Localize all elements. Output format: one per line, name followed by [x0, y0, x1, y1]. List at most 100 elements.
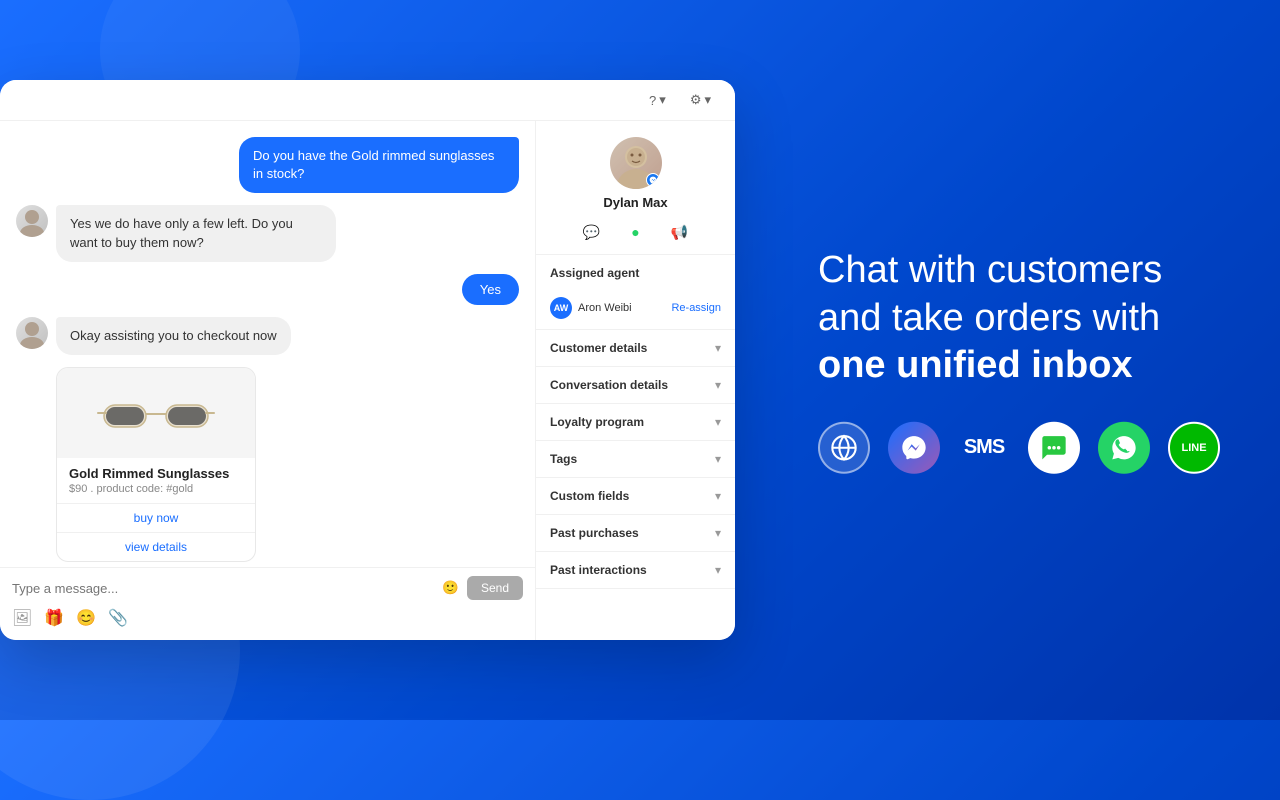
- outgoing-bubble: Do you have the Gold rimmed sunglasses i…: [239, 137, 519, 193]
- contact-icons: 💬 ● 📢: [578, 218, 694, 246]
- loyalty-program-section: Loyalty program ▾: [536, 404, 735, 441]
- chevron-down-icon: ▾: [715, 563, 721, 577]
- chevron-down-icon: ▾: [715, 452, 721, 466]
- past-purchases-header[interactable]: Past purchases ▾: [536, 515, 735, 551]
- agent-name: Aron Weibi: [578, 302, 632, 314]
- imessage-icon: [1028, 421, 1080, 473]
- help-button[interactable]: ? ▾: [641, 88, 674, 112]
- product-info: Gold Rimmed Sunglasses $90 . product cod…: [57, 458, 255, 503]
- tags-header[interactable]: Tags ▾: [536, 441, 735, 477]
- chat-window: ? ▾ ⚙ ▾ Do you have the Gold rimmed sung…: [0, 80, 735, 640]
- avatar: [16, 317, 48, 349]
- emoji2-icon: 😊: [76, 610, 96, 627]
- gift-icon: 🎁: [44, 610, 64, 627]
- assigned-agent-section: Assigned agent AW Aron Weibi Re-assign: [536, 255, 735, 330]
- contact-name: Dylan Max: [603, 195, 667, 210]
- chevron-down-icon: ▾: [715, 415, 721, 429]
- conversation-details-label: Conversation details: [550, 378, 668, 392]
- avatar: [16, 205, 48, 237]
- message-row: Yes we do have only a few left. Do you w…: [16, 205, 519, 261]
- product-card-row: Gold Rimmed Sunglasses $90 . product cod…: [16, 367, 519, 562]
- past-interactions-label: Past interactions: [550, 563, 647, 577]
- message-input-area: 🙂 Send 🖼 🎁 😊 📎: [0, 567, 535, 640]
- message-row: Yes: [16, 274, 519, 305]
- chevron-down-icon: ▾: [715, 378, 721, 392]
- past-purchases-label: Past purchases: [550, 526, 639, 540]
- input-toolbar: 🖼 🎁 😊 📎: [12, 604, 523, 632]
- settings-chevron: ▾: [704, 92, 711, 108]
- loyalty-program-header[interactable]: Loyalty program ▾: [536, 404, 735, 440]
- past-interactions-section: Past interactions ▾: [536, 552, 735, 589]
- right-panel: Dylan Max 💬 ● 📢 Assigned agent: [535, 121, 735, 640]
- message-input[interactable]: [12, 581, 434, 596]
- messages-container: Do you have the Gold rimmed sunglasses i…: [0, 121, 535, 567]
- image-button[interactable]: 🖼: [12, 608, 32, 628]
- chevron-down-icon: ▾: [715, 489, 721, 503]
- megaphone-icon-btn[interactable]: 📢: [666, 218, 694, 246]
- help-icon: ?: [649, 93, 656, 108]
- chat-icon-btn[interactable]: 💬: [578, 218, 606, 246]
- assigned-agent-label: Assigned agent: [550, 266, 639, 280]
- emoji-button[interactable]: 🙂: [442, 580, 459, 596]
- customer-details-section: Customer details ▾: [536, 330, 735, 367]
- agent-row: AW Aron Weibi Re-assign: [536, 291, 735, 329]
- globe-icon: [818, 421, 870, 473]
- custom-fields-section: Custom fields ▾: [536, 478, 735, 515]
- view-details-button[interactable]: view details: [57, 533, 255, 561]
- customer-details-header[interactable]: Customer details ▾: [536, 330, 735, 366]
- image-icon: 🖼: [12, 610, 32, 627]
- channel-icons: SMS LINE: [818, 421, 1220, 473]
- megaphone-icon: 📢: [671, 224, 688, 241]
- settings-icon: ⚙: [690, 92, 702, 108]
- send-button[interactable]: Send: [467, 576, 523, 600]
- past-purchases-section: Past purchases ▾: [536, 515, 735, 552]
- loyalty-program-label: Loyalty program: [550, 415, 644, 429]
- custom-fields-label: Custom fields: [550, 489, 629, 503]
- incoming-bubble-2: Okay assisting you to checkout now: [56, 317, 291, 355]
- assigned-agent-header[interactable]: Assigned agent: [536, 255, 735, 291]
- message-row: Okay assisting you to checkout now: [16, 317, 519, 355]
- chat-body: Do you have the Gold rimmed sunglasses i…: [0, 121, 735, 640]
- product-price: $90 . product code: #gold: [69, 483, 243, 495]
- contact-header: Dylan Max 💬 ● 📢: [536, 121, 735, 255]
- emoji-icon: 🙂: [442, 580, 459, 595]
- gift-button[interactable]: 🎁: [44, 608, 64, 628]
- emoji2-button[interactable]: 😊: [76, 608, 96, 628]
- customer-details-label: Customer details: [550, 341, 647, 355]
- help-chevron: ▾: [659, 92, 666, 108]
- agent-info: AW Aron Weibi: [550, 297, 632, 319]
- quick-reply-yes[interactable]: Yes: [462, 274, 519, 305]
- marketing-title: Chat with customers and take orders with…: [818, 247, 1220, 390]
- tags-section: Tags ▾: [536, 441, 735, 478]
- product-card: Gold Rimmed Sunglasses $90 . product cod…: [56, 367, 256, 562]
- marketing-section: Chat with customers and take orders with…: [818, 247, 1220, 474]
- phone-icon-btn[interactable]: ●: [622, 218, 650, 246]
- tags-label: Tags: [550, 452, 577, 466]
- custom-fields-header[interactable]: Custom fields ▾: [536, 478, 735, 514]
- chevron-down-icon: ▾: [715, 526, 721, 540]
- whatsapp-icon: [1098, 421, 1150, 473]
- chat-icon: 💬: [583, 224, 600, 241]
- sunglasses-illustration: [96, 385, 216, 440]
- conversation-details-section: Conversation details ▾: [536, 367, 735, 404]
- attach-icon: 📎: [108, 610, 128, 627]
- phone-icon: ●: [631, 224, 639, 240]
- chat-area: Do you have the Gold rimmed sunglasses i…: [0, 121, 535, 640]
- chevron-down-icon: ▾: [715, 341, 721, 355]
- attach-button[interactable]: 📎: [108, 608, 128, 628]
- buy-now-button[interactable]: buy now: [57, 504, 255, 533]
- conversation-details-header[interactable]: Conversation details ▾: [536, 367, 735, 403]
- contact-avatar: [610, 137, 662, 189]
- settings-button[interactable]: ⚙ ▾: [682, 88, 719, 112]
- messenger-icon: [888, 421, 940, 473]
- product-image: [57, 368, 255, 458]
- message-row: Do you have the Gold rimmed sunglasses i…: [16, 137, 519, 193]
- product-actions: buy now view details: [57, 503, 255, 561]
- agent-avatar: AW: [550, 297, 572, 319]
- messenger-badge: [646, 173, 660, 187]
- input-row: 🙂 Send: [12, 576, 523, 600]
- chat-toolbar: ? ▾ ⚙ ▾: [0, 80, 735, 121]
- reassign-button[interactable]: Re-assign: [671, 302, 721, 314]
- sms-icon: SMS: [958, 421, 1010, 473]
- past-interactions-header[interactable]: Past interactions ▾: [536, 552, 735, 588]
